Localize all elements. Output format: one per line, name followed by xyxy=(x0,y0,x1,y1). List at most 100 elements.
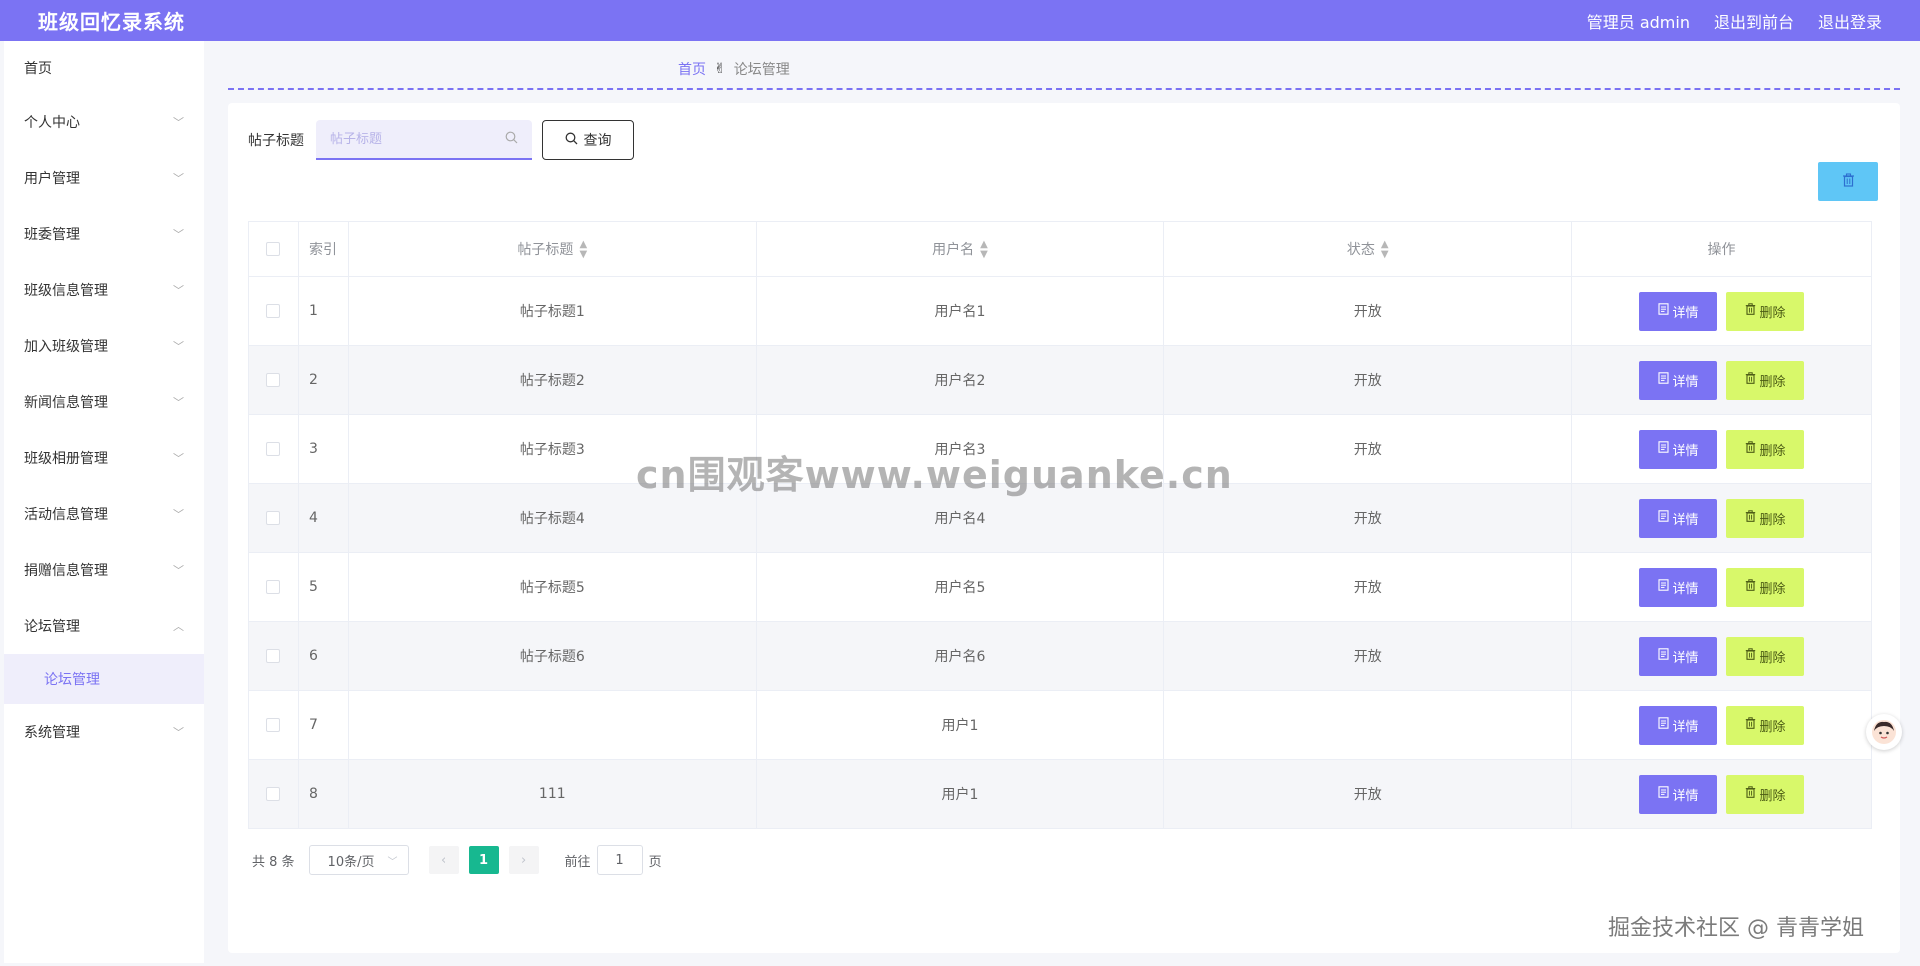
cell-ops: 详情 删除 xyxy=(1571,552,1872,622)
row-checkbox[interactable] xyxy=(266,649,281,663)
search-bar: 帖子标题 查询 xyxy=(248,120,634,160)
delete-button[interactable]: 删除 xyxy=(1726,291,1805,331)
sidebar-item-news[interactable]: 新闻信息管理 ﹀ xyxy=(4,374,204,430)
watermark-corner: 掘金技术社区 @ 青青学姐 xyxy=(1608,916,1864,941)
sidebar-item-system[interactable]: 系统管理 ﹀ xyxy=(4,704,204,760)
query-button[interactable]: 查询 xyxy=(542,120,634,160)
sidebar-item-home[interactable]: 首页 xyxy=(4,41,204,94)
cell-user: 用户1 xyxy=(756,759,1165,829)
search-input[interactable] xyxy=(330,131,490,147)
page-size-select[interactable]: 10条/页 ﹀ xyxy=(308,845,409,875)
delete-label: 删除 xyxy=(1759,650,1786,666)
delete-button[interactable]: 删除 xyxy=(1726,567,1805,607)
cell-ops: 详情 删除 xyxy=(1571,621,1872,691)
next-page-button[interactable]: › xyxy=(508,846,539,874)
header-title[interactable]: 帖子标题 ▲ ▼ xyxy=(348,221,757,277)
sidebar-item-donation[interactable]: 捐赠信息管理 ﹀ xyxy=(4,542,204,598)
cell-user: 用户名2 xyxy=(756,345,1165,415)
document-icon xyxy=(1657,303,1669,319)
goto-page-input[interactable] xyxy=(596,845,643,875)
goto-label: 前往 xyxy=(564,854,591,870)
row-checkbox[interactable] xyxy=(266,580,281,594)
detail-button[interactable]: 详情 xyxy=(1639,360,1718,400)
header-user[interactable]: 用户名 ▲ ▼ xyxy=(756,221,1165,277)
delete-button[interactable]: 删除 xyxy=(1726,360,1805,400)
document-icon xyxy=(1657,579,1669,595)
sidebar-item-class-info[interactable]: 班级信息管理 ﹀ xyxy=(4,262,204,318)
document-icon xyxy=(1657,648,1669,664)
prev-page-button[interactable]: ‹ xyxy=(428,846,459,874)
assistant-avatar[interactable] xyxy=(1866,714,1902,750)
document-icon xyxy=(1657,786,1669,802)
header-status[interactable]: 状态 ▲ ▼ xyxy=(1163,221,1573,277)
row-checkbox[interactable] xyxy=(266,511,281,525)
delete-button[interactable]: 删除 xyxy=(1726,429,1805,469)
chevron-down-icon: ﹀ xyxy=(173,284,184,297)
search-icon xyxy=(505,131,518,148)
search-label: 帖子标题 xyxy=(248,133,304,149)
logout-link[interactable]: 退出登录 xyxy=(1818,9,1882,33)
delete-button[interactable]: 删除 xyxy=(1726,774,1805,814)
row-checkbox[interactable] xyxy=(266,304,281,318)
trash-icon xyxy=(1745,510,1756,526)
sidebar-item-forum[interactable]: 论坛管理 ︿ xyxy=(4,598,204,654)
row-checkbox[interactable] xyxy=(266,787,281,801)
cell-user: 用户名5 xyxy=(756,552,1165,622)
sort-icon[interactable]: ▲ ▼ xyxy=(579,239,587,260)
watermark-center: cn围观客www.weiguanke.cn xyxy=(636,453,1233,497)
exit-to-front-link[interactable]: 退出到前台 xyxy=(1714,9,1794,33)
delete-label: 删除 xyxy=(1759,719,1786,735)
detail-button[interactable]: 详情 xyxy=(1639,291,1718,331)
sidebar-item-join-class[interactable]: 加入班级管理 ﹀ xyxy=(4,318,204,374)
detail-label: 详情 xyxy=(1672,719,1699,735)
delete-label: 删除 xyxy=(1759,374,1786,390)
breadcrumb: 首页 ✌ 论坛管理 xyxy=(678,59,790,79)
detail-label: 详情 xyxy=(1672,512,1699,528)
cell-index: 8 xyxy=(298,759,349,829)
detail-button[interactable]: 详情 xyxy=(1639,429,1718,469)
sort-icon[interactable]: ▲ ▼ xyxy=(980,239,988,260)
cell-index: 4 xyxy=(298,483,349,553)
trash-icon xyxy=(1745,717,1756,733)
detail-button[interactable]: 详情 xyxy=(1639,567,1718,607)
row-checkbox[interactable] xyxy=(266,373,281,387)
sidebar-item-user-management[interactable]: 用户管理 ﹀ xyxy=(4,150,204,206)
row-actions: 详情 删除 xyxy=(1572,774,1871,814)
sidebar-subitem-forum-management[interactable]: 论坛管理 xyxy=(4,654,204,704)
select-all-checkbox[interactable] xyxy=(266,242,281,256)
sort-icon[interactable]: ▲ ▼ xyxy=(1381,239,1389,260)
document-icon xyxy=(1657,717,1669,733)
cell-index: 6 xyxy=(298,621,349,691)
document-icon xyxy=(1657,372,1669,388)
row-checkbox[interactable] xyxy=(266,718,281,732)
cell-ops: 详情 删除 xyxy=(1571,414,1872,484)
detail-button[interactable]: 详情 xyxy=(1639,774,1718,814)
row-select-cell xyxy=(248,621,299,691)
sidebar-item-album[interactable]: 班级相册管理 ﹀ xyxy=(4,430,204,486)
row-select-cell xyxy=(248,552,299,622)
delete-button[interactable]: 删除 xyxy=(1726,498,1805,538)
sidebar-item-committee-management[interactable]: 班委管理 ﹀ xyxy=(4,206,204,262)
row-actions: 详情 删除 xyxy=(1572,567,1871,607)
delete-label: 删除 xyxy=(1759,305,1786,321)
page-number-active[interactable]: 1 xyxy=(468,846,499,874)
hand-icon: ✌ xyxy=(714,61,726,77)
delete-button[interactable]: 删除 xyxy=(1726,636,1805,676)
breadcrumb-home[interactable]: 首页 xyxy=(678,59,706,79)
search-field[interactable] xyxy=(316,120,532,160)
detail-button[interactable]: 详情 xyxy=(1639,636,1718,676)
chevron-down-icon: ﹀ xyxy=(173,340,184,353)
sidebar-item-personal-center[interactable]: 个人中心 ﹀ xyxy=(4,94,204,150)
cell-title: 帖子标题2 xyxy=(348,345,757,415)
bulk-delete-button[interactable] xyxy=(1818,162,1878,201)
detail-button[interactable]: 详情 xyxy=(1639,705,1718,745)
table-row: 8 111 用户1 开放 详情 删除 xyxy=(248,759,1872,829)
sidebar-item-activity[interactable]: 活动信息管理 ﹀ xyxy=(4,486,204,542)
row-select-cell xyxy=(248,345,299,415)
detail-button[interactable]: 详情 xyxy=(1639,498,1718,538)
breadcrumb-current: 论坛管理 xyxy=(733,62,790,78)
delete-button[interactable]: 删除 xyxy=(1726,705,1805,745)
row-checkbox[interactable] xyxy=(266,442,281,456)
cell-user: 用户名6 xyxy=(756,621,1165,691)
cell-index: 5 xyxy=(298,552,349,622)
